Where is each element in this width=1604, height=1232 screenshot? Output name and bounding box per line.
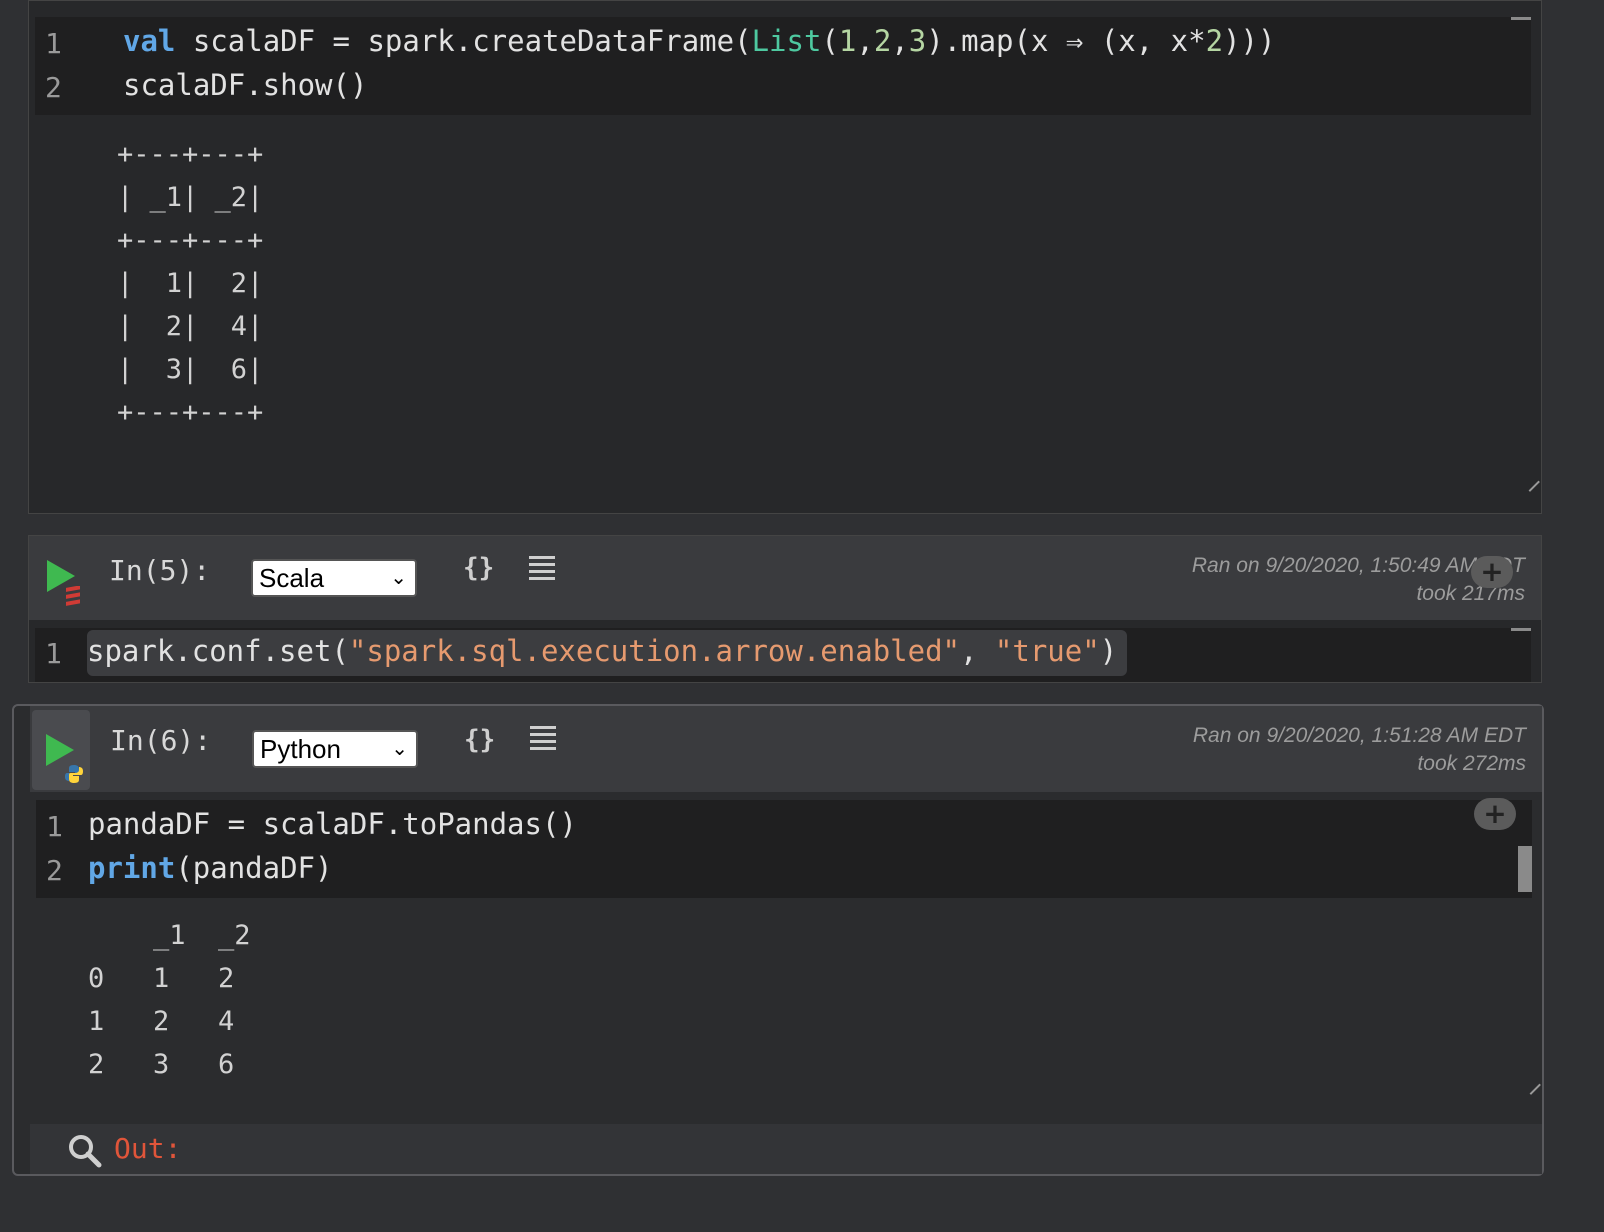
output-text: +---+---+ | _1| _2| +---+---+ | 1| 2| | 2| 4… xyxy=(117,133,263,434)
code-token: 1 xyxy=(838,24,857,58)
editor-scrollbar[interactable] xyxy=(1511,628,1531,631)
cell-5-header: In(5): Scala ⌄ {} Ran on 9/20/2020, 1:50… xyxy=(29,536,1541,620)
python-logo-icon xyxy=(65,765,83,783)
output-line: 1 2 4 xyxy=(88,1006,235,1037)
editor-scrollbar[interactable] xyxy=(1511,17,1531,20)
output-line: +---+---+ xyxy=(117,397,264,428)
chevron-down-icon: ⌄ xyxy=(390,567,407,589)
code-token: ).map(x ⇒ (x, x* xyxy=(926,24,1206,58)
code-line: spark.conf.set("spark.sql.execution.arro… xyxy=(87,634,1117,668)
code-token: scalaDF.show() xyxy=(123,68,368,102)
run-info: Ran on 9/20/2020, 1:51:28 AM EDT took 27… xyxy=(1193,722,1526,778)
add-cell-icon[interactable]: + xyxy=(1474,798,1516,830)
output-line: _1 _2 xyxy=(88,920,251,951)
cell-6-header: In(6): Python ⌄ {} Ran on 9/20/2020, 1:5… xyxy=(30,706,1542,792)
output-text: _1 _2 0 1 2 1 2 4 2 3 6 xyxy=(88,914,251,1086)
line-number: 1 xyxy=(45,637,62,670)
code-token: List xyxy=(751,24,822,58)
line-number: 2 xyxy=(46,854,63,887)
run-duration: took 272ms xyxy=(1417,752,1526,775)
language-select-value: Python xyxy=(260,734,341,764)
code-line: val scalaDF = spark.createDataFrame(List… xyxy=(123,24,1275,58)
cell-prompt: In(5): xyxy=(109,554,211,587)
code-token: (pandaDF) xyxy=(175,851,333,885)
cell-5-editor[interactable]: 1 spark.conf.set("spark.sql.execution.ar… xyxy=(35,628,1531,682)
output-line: +---+---+ xyxy=(117,225,264,256)
scala-logo-icon xyxy=(66,586,80,606)
resize-handle-icon[interactable] xyxy=(1520,472,1540,492)
cell-5: In(5): Scala ⌄ {} Ran on 9/20/2020, 1:50… xyxy=(28,535,1542,683)
code-token: 2 xyxy=(873,24,892,58)
run-timestamp: Ran on 9/20/2020, 1:51:28 AM EDT xyxy=(1192,724,1526,747)
chevron-down-icon: ⌄ xyxy=(391,738,408,760)
cell-4-editor[interactable]: 1 val scalaDF = spark.createDataFrame(Li… xyxy=(35,17,1531,115)
cell-6-output: _1 _2 0 1 2 1 2 4 2 3 6 xyxy=(30,900,1542,1122)
code-token: 2 xyxy=(1205,24,1224,58)
code-token: print xyxy=(88,851,176,885)
code-token: ) xyxy=(1099,634,1118,668)
language-select-value: Scala xyxy=(259,563,325,593)
code-token: "spark.sql.execution.arrow.enabled" xyxy=(348,634,960,668)
output-line: | 2| 4| xyxy=(117,311,264,342)
format-code-button[interactable]: {} xyxy=(464,725,495,755)
code-token: spark.conf.set( xyxy=(87,634,349,668)
code-token: scalaDF = spark.createDataFrame( xyxy=(175,24,752,58)
code-token: , xyxy=(960,634,995,668)
editor-scrollbar[interactable] xyxy=(1518,846,1532,892)
code-token: "true" xyxy=(994,634,1100,668)
search-icon[interactable] xyxy=(68,1134,102,1168)
code-token: , xyxy=(891,24,909,58)
cell-4-output: +---+---+ | _1| _2| +---+---+ | 1| 2| | 2| 4… xyxy=(29,117,1541,513)
output-line: +---+---+ xyxy=(117,139,264,170)
list-icon[interactable] xyxy=(530,724,556,752)
code-line: pandaDF = scalaDF.toPandas() xyxy=(88,807,577,841)
output-line: | 1| 2| xyxy=(117,268,264,299)
language-select[interactable]: Scala ⌄ xyxy=(251,559,417,597)
format-code-button[interactable]: {} xyxy=(463,553,494,583)
run-duration: took 217ms xyxy=(1416,582,1525,605)
output-line: | _1| _2| xyxy=(117,182,264,213)
cell-6: In(6): Python ⌄ {} Ran on 9/20/2020, 1:5… xyxy=(12,704,1544,1176)
language-select[interactable]: Python ⌄ xyxy=(252,730,418,768)
run-button[interactable] xyxy=(32,710,90,790)
code-token: ( xyxy=(821,24,839,58)
play-icon[interactable] xyxy=(44,732,76,768)
output-line: 0 1 2 xyxy=(88,963,235,994)
line-number: 1 xyxy=(45,27,62,60)
output-bar: Out: xyxy=(30,1124,1542,1174)
code-line: scalaDF.show() xyxy=(123,68,367,102)
code-token: ))) xyxy=(1223,24,1276,58)
code-token: pandaDF = scalaDF.toPandas() xyxy=(88,807,577,841)
line-number: 1 xyxy=(46,810,63,843)
code-line: print(pandaDF) xyxy=(88,851,332,885)
resize-handle-icon[interactable] xyxy=(1521,1075,1541,1095)
cell-6-editor[interactable]: 1 pandaDF = scalaDF.toPandas() 2 print(p… xyxy=(36,798,1532,898)
line-number: 2 xyxy=(45,71,62,104)
cell-prompt: In(6): xyxy=(110,724,212,757)
cell-4: 1 val scalaDF = spark.createDataFrame(Li… xyxy=(28,0,1542,514)
output-label: Out: xyxy=(114,1132,182,1165)
code-token: , xyxy=(856,24,874,58)
output-line: | 3| 6| xyxy=(117,354,264,385)
code-token: 3 xyxy=(908,24,927,58)
code-token: val xyxy=(123,24,176,58)
output-line: 2 3 6 xyxy=(88,1049,235,1080)
add-cell-icon[interactable]: + xyxy=(1471,556,1513,588)
list-icon[interactable] xyxy=(529,554,555,582)
